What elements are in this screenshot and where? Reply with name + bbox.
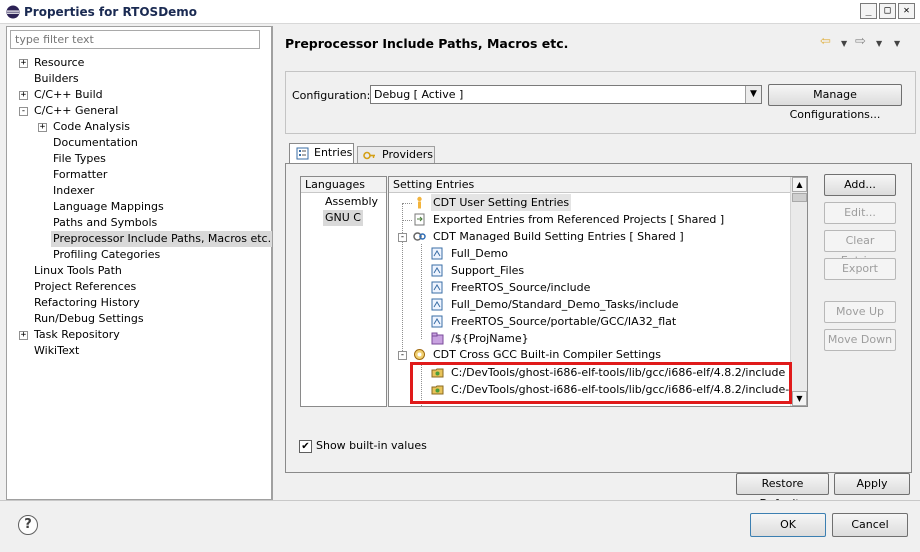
close-button[interactable]: ✕ bbox=[898, 3, 915, 19]
tree-item-code-analysis[interactable]: Code Analysis bbox=[53, 119, 130, 135]
tree-item-resource[interactable]: Resource bbox=[34, 55, 84, 71]
configuration-label: Configuration: bbox=[292, 89, 371, 102]
manage-configurations-button[interactable]: Manage Configurations... bbox=[768, 84, 902, 121]
entry-freertos-include[interactable]: FreeRTOS_Source/include bbox=[451, 279, 590, 296]
expand-icon[interactable]: + bbox=[19, 91, 28, 100]
entries-scrollbar[interactable]: ▲ ▼ bbox=[790, 177, 807, 406]
include-folder-icon bbox=[431, 298, 443, 311]
maximize-button[interactable]: □ bbox=[879, 3, 896, 19]
include-folder-icon bbox=[431, 247, 443, 260]
tree-item-language-mappings[interactable]: Language Mappings bbox=[53, 199, 164, 215]
project-folder-icon bbox=[431, 332, 444, 345]
tree-item-builders[interactable]: Builders bbox=[34, 71, 79, 87]
back-arrow-icon[interactable]: ⇦ bbox=[820, 34, 831, 49]
collapse-icon[interactable]: - bbox=[398, 351, 407, 360]
move-down-button[interactable]: Move Down bbox=[824, 329, 896, 351]
restore-defaults-button[interactable]: Restore Defaults bbox=[736, 473, 829, 510]
entry-full-demo[interactable]: Full_Demo bbox=[451, 245, 508, 262]
minimize-button[interactable]: _ bbox=[860, 3, 877, 19]
compiler-settings-icon bbox=[414, 349, 425, 360]
scroll-up-arrow-icon[interactable]: ▲ bbox=[792, 177, 807, 192]
expand-icon[interactable]: + bbox=[19, 331, 28, 340]
page-title: Preprocessor Include Paths, Macros etc. bbox=[285, 36, 569, 51]
view-menu-icon[interactable]: ▼ bbox=[894, 39, 900, 48]
edit-button[interactable]: Edit... bbox=[824, 202, 896, 224]
collapse-icon[interactable]: - bbox=[19, 107, 28, 116]
exported-entries-icon bbox=[414, 213, 425, 226]
entry-support-files[interactable]: Support_Files bbox=[451, 262, 524, 279]
tree-item-file-types[interactable]: File Types bbox=[53, 151, 106, 167]
tree-item-run-debug-settings[interactable]: Run/Debug Settings bbox=[34, 311, 144, 327]
tree-item-linux-tools-path[interactable]: Linux Tools Path bbox=[34, 263, 122, 279]
configuration-value: Debug [ Active ] bbox=[374, 88, 464, 101]
tab-providers[interactable]: Providers bbox=[357, 146, 435, 163]
user-icon bbox=[417, 196, 422, 209]
entries-icon bbox=[296, 147, 309, 160]
forward-arrow-icon[interactable]: ⇨ bbox=[855, 34, 866, 49]
add-button[interactable]: Add... bbox=[824, 174, 896, 196]
tree-line bbox=[402, 220, 412, 221]
tab-entries[interactable]: Entries bbox=[289, 143, 354, 163]
window-title: Properties for RTOSDemo bbox=[24, 5, 198, 19]
entry-cdt-managed-build[interactable]: CDT Managed Build Setting Entries [ Shar… bbox=[433, 228, 684, 245]
entry-exported-entries[interactable]: Exported Entries from Referenced Project… bbox=[433, 211, 724, 228]
tree-item-task-repository[interactable]: Task Repository bbox=[34, 327, 120, 343]
languages-header: Languages bbox=[301, 177, 386, 193]
languages-list[interactable]: Languages Assembly GNU C bbox=[300, 176, 387, 407]
entry-standard-demo-include[interactable]: Full_Demo/Standard_Demo_Tasks/include bbox=[451, 296, 678, 313]
tree-item-indexer[interactable]: Indexer bbox=[53, 183, 94, 199]
scroll-thumb[interactable] bbox=[792, 193, 807, 202]
include-folder-icon bbox=[431, 264, 443, 277]
tree-item-cc-build[interactable]: C/C++ Build bbox=[34, 87, 103, 103]
apply-button[interactable]: Apply bbox=[834, 473, 910, 495]
tree-item-refactoring-history[interactable]: Refactoring History bbox=[34, 295, 140, 311]
tree-line bbox=[421, 244, 422, 339]
eclipse-icon bbox=[6, 5, 20, 19]
tree-line bbox=[402, 203, 412, 204]
collapse-icon[interactable]: - bbox=[398, 233, 407, 242]
tree-item-formatter[interactable]: Formatter bbox=[53, 167, 107, 183]
expand-icon[interactable]: + bbox=[38, 123, 47, 132]
include-folder-icon bbox=[431, 315, 443, 328]
entry-freertos-portable[interactable]: FreeRTOS_Source/portable/GCC/IA32_flat bbox=[451, 313, 676, 330]
entry-projname[interactable]: /${ProjName} bbox=[451, 330, 529, 347]
entry-cdt-user-setting[interactable]: CDT User Setting Entries bbox=[431, 194, 572, 211]
move-up-button[interactable]: Move Up bbox=[824, 301, 896, 323]
tree-item-project-references[interactable]: Project References bbox=[34, 279, 136, 295]
build-settings-icon bbox=[413, 232, 426, 241]
show-builtin-checkbox[interactable]: ✔ bbox=[299, 440, 312, 453]
tab-entries-label: Entries bbox=[314, 146, 353, 159]
forward-menu-icon[interactable]: ▼ bbox=[876, 39, 882, 48]
expand-icon[interactable]: + bbox=[19, 59, 28, 68]
tree-item-profiling-categories[interactable]: Profiling Categories bbox=[53, 247, 160, 263]
include-folder-icon bbox=[431, 281, 443, 294]
tree-item-paths-and-symbols[interactable]: Paths and Symbols bbox=[53, 215, 157, 231]
filter-input[interactable] bbox=[10, 30, 260, 49]
cancel-button[interactable]: Cancel bbox=[832, 513, 908, 537]
highlight-box bbox=[410, 362, 792, 404]
entry-cross-gcc-builtin[interactable]: CDT Cross GCC Built-in Compiler Settings bbox=[433, 346, 661, 363]
dropdown-arrow-icon[interactable]: ▼ bbox=[745, 86, 761, 103]
tab-providers-label: Providers bbox=[382, 148, 434, 161]
tree-item-preprocessor-include-paths[interactable]: Preprocessor Include Paths, Macros etc. bbox=[51, 231, 274, 247]
key-icon bbox=[363, 151, 375, 160]
clear-entries-button[interactable]: Clear Entries bbox=[824, 230, 896, 267]
back-menu-icon[interactable]: ▼ bbox=[841, 39, 847, 48]
ok-button[interactable]: OK bbox=[750, 513, 826, 537]
scroll-down-arrow-icon[interactable]: ▼ bbox=[792, 391, 807, 406]
language-item-gnu-c[interactable]: GNU C bbox=[323, 210, 363, 226]
show-builtin-label: Show built-in values bbox=[316, 439, 427, 452]
tree-item-cc-general[interactable]: C/C++ General bbox=[34, 103, 118, 119]
export-button[interactable]: Export bbox=[824, 258, 896, 280]
tree-item-wikitext[interactable]: WikiText bbox=[34, 343, 79, 359]
help-icon[interactable]: ? bbox=[18, 515, 38, 535]
configuration-select[interactable]: Debug [ Active ] ▼ bbox=[370, 85, 762, 104]
setting-entries-header: Setting Entries bbox=[389, 177, 791, 193]
tree-line bbox=[402, 203, 403, 353]
tree-item-documentation[interactable]: Documentation bbox=[53, 135, 138, 151]
language-item-assembly[interactable]: Assembly bbox=[325, 194, 378, 210]
